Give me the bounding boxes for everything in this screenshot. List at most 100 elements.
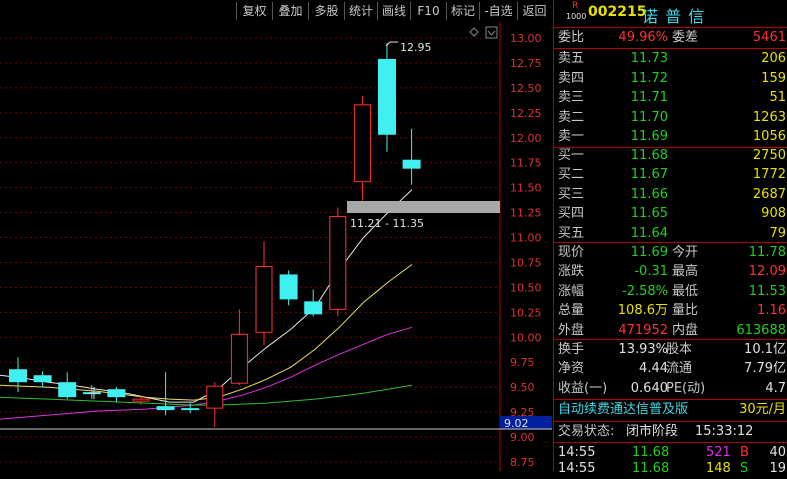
stat-label: 最低 bbox=[672, 283, 699, 299]
tick-count: 19 bbox=[769, 461, 786, 476]
price-axis-tick: 11.00 bbox=[510, 232, 542, 245]
stat-value: 11.69 bbox=[630, 245, 668, 260]
candle-body-down bbox=[33, 375, 52, 383]
buy-order-row: 买一 11.68 2750 bbox=[554, 146, 787, 166]
stat-label: 收益(一) bbox=[558, 380, 608, 396]
stat-label: 总量 bbox=[558, 303, 585, 319]
trade-time: 15:33:12 bbox=[695, 424, 754, 439]
order-volume: 908 bbox=[761, 206, 786, 222]
stat-label: 股本 bbox=[666, 342, 693, 357]
candle bbox=[33, 371, 52, 388]
f10-button[interactable]: F10 bbox=[410, 2, 446, 20]
candle bbox=[156, 372, 175, 416]
candle-body-down bbox=[156, 406, 175, 411]
weibi-label: 委比 bbox=[558, 30, 585, 45]
order-volume: 1263 bbox=[752, 109, 786, 125]
order-label: 买四 bbox=[558, 206, 585, 222]
weibi-row: 委比 49.96% 委差 5461 bbox=[554, 28, 787, 48]
candlesticks bbox=[9, 42, 421, 428]
candle-body-down bbox=[181, 408, 200, 411]
stat-value: -2.58% bbox=[622, 283, 668, 299]
order-label: 卖三 bbox=[558, 90, 585, 106]
stat-row: 总量 108.6万 量比 1.16 bbox=[554, 301, 787, 321]
price-axis-tick: 10.50 bbox=[510, 281, 542, 294]
kline-chart[interactable]: 11.21 - 11.35 12.95 9.02 13.0012.7512.50… bbox=[0, 22, 552, 471]
sell-order-row: 卖三 11.71 51 bbox=[554, 88, 787, 108]
stat-value: 11.78 bbox=[748, 245, 786, 260]
order-price: 11.71 bbox=[630, 90, 668, 106]
candle bbox=[58, 372, 77, 400]
promo-text[interactable]: 自动续费通达信普及版 bbox=[558, 400, 688, 420]
order-price: 11.68 bbox=[630, 148, 668, 163]
chart-toolbar: 复权 叠加 多股 统计 画线 F10 标记 -自选 返回 bbox=[0, 0, 552, 22]
price-axis-tick: 9.25 bbox=[510, 406, 535, 419]
stat-value: 7.79亿 bbox=[744, 361, 786, 377]
sell-order-row: 卖一 11.69 1056 bbox=[554, 127, 787, 147]
order-price: 11.70 bbox=[630, 109, 668, 125]
candle bbox=[279, 270, 298, 306]
watchlist-button[interactable]: -自选 bbox=[479, 2, 517, 20]
price-axis-tick: 12.75 bbox=[510, 57, 542, 70]
order-volume: 51 bbox=[769, 90, 786, 106]
overlay-button[interactable]: 叠加 bbox=[272, 2, 308, 20]
market-tag: R bbox=[572, 1, 579, 11]
draw-line-button[interactable]: 画线 bbox=[377, 2, 410, 20]
stat-label: PE(动) bbox=[666, 380, 706, 396]
order-label: 卖四 bbox=[558, 70, 585, 86]
stat-value: 13.93% bbox=[618, 342, 668, 357]
stat-label: 换手 bbox=[558, 342, 585, 357]
candle-body-down bbox=[304, 301, 323, 315]
weicha-label: 委差 bbox=[672, 30, 699, 45]
price-axis-tick: 12.50 bbox=[510, 82, 542, 95]
fundamental-row: 净资 4.44 流通 7.79亿 bbox=[554, 359, 787, 379]
candle-body-up bbox=[255, 265, 273, 333]
fundamental-row: 收益(一) 0.640 PE(动) 4.7 bbox=[554, 379, 787, 399]
tick-time: 14:55 bbox=[558, 461, 596, 476]
candle-body-up bbox=[206, 385, 224, 409]
stat-label: 现价 bbox=[558, 245, 585, 260]
weicha-value: 5461 bbox=[752, 30, 786, 45]
candle-body-down bbox=[58, 382, 77, 398]
candle bbox=[255, 241, 273, 346]
mark-button[interactable]: 标记 bbox=[446, 2, 479, 20]
statistics-button[interactable]: 统计 bbox=[344, 2, 377, 20]
stat-value: 471952 bbox=[618, 322, 668, 338]
stock-code: 002215 bbox=[588, 4, 647, 20]
price-axis-tick: 10.25 bbox=[510, 306, 542, 319]
back-button[interactable]: 返回 bbox=[517, 2, 551, 20]
order-volume: 1772 bbox=[752, 167, 786, 183]
fuquan-button[interactable]: 复权 bbox=[236, 2, 272, 20]
order-price: 11.69 bbox=[630, 129, 668, 145]
order-label: 买三 bbox=[558, 186, 585, 202]
order-volume: 79 bbox=[769, 225, 786, 241]
candle bbox=[402, 128, 421, 185]
order-price: 11.73 bbox=[630, 51, 668, 66]
promo-price[interactable]: 30元/月 bbox=[739, 400, 786, 420]
price-axis-tick: 13.00 bbox=[510, 32, 542, 45]
promo-row[interactable]: 自动续费通达信普及版 30元/月 bbox=[554, 400, 787, 420]
stat-label: 净资 bbox=[558, 361, 585, 377]
buy-order-row: 买五 11.64 79 bbox=[554, 224, 787, 244]
price-axis-tick: 12.00 bbox=[510, 132, 542, 145]
fundamental-row: 换手 13.93% 股本 10.1亿 bbox=[554, 340, 787, 360]
candle-body-down bbox=[107, 389, 126, 398]
stat-row: 现价 11.69 今开 11.78 bbox=[554, 243, 787, 263]
candle bbox=[230, 309, 248, 386]
order-label: 买一 bbox=[558, 148, 585, 163]
candle bbox=[206, 382, 224, 428]
order-label: 卖一 bbox=[558, 129, 585, 145]
order-volume: 206 bbox=[761, 51, 786, 66]
trade-status-label: 交易状态: bbox=[558, 424, 615, 439]
stat-label: 外盘 bbox=[558, 322, 585, 338]
stat-label: 涨幅 bbox=[558, 283, 585, 299]
order-price: 11.72 bbox=[630, 70, 668, 86]
price-axis-tick: 9.75 bbox=[510, 356, 535, 369]
price-axis-tick: 12.25 bbox=[510, 107, 542, 120]
candle-body-up bbox=[329, 216, 347, 310]
sell-order-row: 卖五 11.73 206 bbox=[554, 49, 787, 69]
order-label: 买五 bbox=[558, 225, 585, 241]
tick-volume: 148 bbox=[706, 461, 731, 476]
sell-order-row: 卖二 11.70 1263 bbox=[554, 108, 787, 128]
candle-body-up bbox=[353, 104, 371, 183]
multi-stock-button[interactable]: 多股 bbox=[308, 2, 344, 20]
